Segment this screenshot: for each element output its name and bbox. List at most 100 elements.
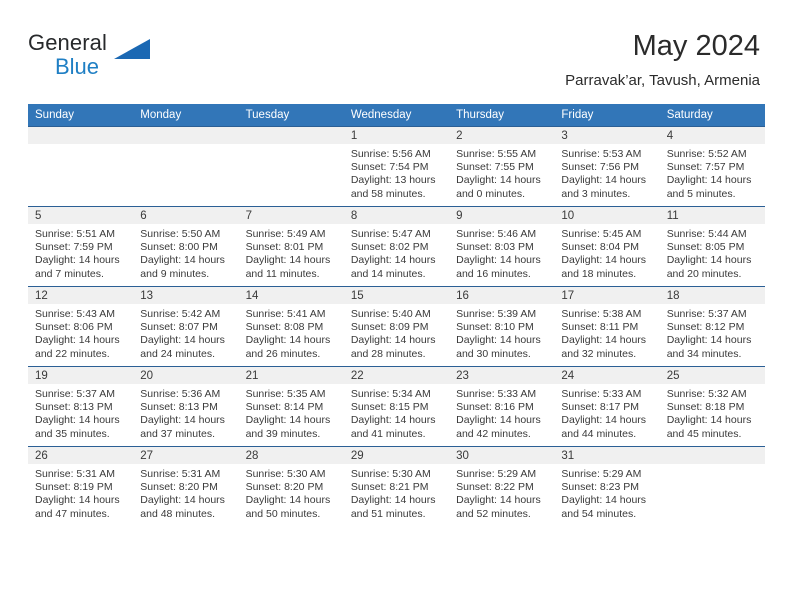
calendar-day-cell[interactable]: 2 Sunrise: 5:55 AM Sunset: 7:55 PM Daylight… [449,126,555,207]
sunset-time: Sunset: 7:57 PM [666,161,745,174]
calendar-day-cell[interactable]: 9 Sunrise: 5:46 AM Sunset: 8:03 PM Daylight… [449,206,555,287]
daylight-duration-line1: Daylight: 14 hours [666,414,752,427]
sunrise-time: Sunrise: 5:52 AM [666,148,747,160]
sunset-time: Sunset: 8:10 PM [456,321,534,334]
daylight-duration-line1: Daylight: 14 hours [140,334,225,347]
calendar-day-cell[interactable]: 31 Sunrise: 5:29 AM Sunset: 8:23 PM Dayligh… [554,446,660,526]
sunrise-time: Sunrise: 5:41 AM [245,308,326,320]
calendar-day-cell[interactable]: 27 Sunrise: 5:31 AM Sunset: 8:20 PM Dayligh… [133,446,239,526]
calendar-day-cell[interactable]: 30 Sunrise: 5:29 AM Sunset: 8:22 PM Dayligh… [449,446,555,526]
daylight-duration-line2: and 22 minutes. [35,347,110,360]
calendar-day-cell[interactable]: 28 Sunrise: 5:30 AM Sunset: 8:20 PM Dayligh… [238,446,344,526]
daylight-duration-line1: Daylight: 14 hours [245,334,331,347]
day-number: 25 [659,367,765,384]
sunrise-time: Sunrise: 5:42 AM [140,308,221,320]
calendar-day-cell[interactable]: 15 Sunrise: 5:40 AM Sunset: 8:09 PM Dayligh… [343,286,450,367]
calendar-day-cell[interactable]: 14 Sunrise: 5:41 AM Sunset: 8:08 PM Dayligh… [238,286,344,367]
calendar-day-cell[interactable]: 10 Sunrise: 5:45 AM Sunset: 8:04 PM Dayligh… [554,206,660,287]
day-details: Sunrise: 5:52 AM Sunset: 7:57 PM Daylight:… [660,144,765,201]
day-number: 31 [554,447,660,464]
calendar-day-cell[interactable]: 16 Sunrise: 5:39 AM Sunset: 8:10 PM Dayligh… [449,286,555,367]
sunrise-time: Sunrise: 5:30 AM [350,468,431,480]
calendar-day-cell[interactable]: 20 Sunrise: 5:36 AM Sunset: 8:13 PM Dayligh… [133,366,239,447]
day-number: 24 [554,367,660,384]
daylight-duration-line2: and 41 minutes. [350,427,426,440]
calendar-day-cell[interactable]: 21 Sunrise: 5:35 AM Sunset: 8:14 PM Dayligh… [238,366,344,447]
daylight-duration-line1: Daylight: 14 hours [456,254,541,267]
day-number: 28 [238,447,344,464]
sunset-time: Sunset: 8:18 PM [666,401,745,414]
day-number: 4 [659,127,765,144]
daylight-duration-line2: and 24 minutes. [140,347,215,360]
calendar-day-cell[interactable]: 17 Sunrise: 5:38 AM Sunset: 8:11 PM Dayligh… [554,286,660,367]
daylight-duration-line2: and 5 minutes. [666,187,736,200]
calendar-day-cell[interactable]: 24 Sunrise: 5:33 AM Sunset: 8:17 PM Dayligh… [554,366,660,447]
day-details: Sunrise: 5:29 AM Sunset: 8:23 PM Daylight:… [554,464,659,521]
sunset-time: Sunset: 8:22 PM [456,481,534,494]
calendar-day-cell[interactable]: 8 Sunrise: 5:47 AM Sunset: 8:02 PM Daylight… [343,206,450,287]
daylight-duration-line1: Daylight: 14 hours [456,494,541,507]
day-number: 27 [133,447,239,464]
daylight-duration-line1: Daylight: 14 hours [561,414,647,427]
sunset-time: Sunset: 7:54 PM [350,161,429,174]
sunrise-time: Sunrise: 5:35 AM [245,388,326,400]
day-number: 13 [133,287,239,304]
sunrise-time: Sunrise: 5:33 AM [561,388,642,400]
brand-logo[interactable]: General Blue [28,30,158,88]
daylight-duration-line2: and 3 minutes. [561,187,631,200]
sunset-time: Sunset: 8:21 PM [350,481,429,494]
calendar-day-cell[interactable]: 29 Sunrise: 5:30 AM Sunset: 8:21 PM Dayligh… [343,446,450,526]
day-number [28,127,134,144]
day-number: 12 [28,287,134,304]
calendar-day-cell[interactable]: 3 Sunrise: 5:53 AM Sunset: 7:56 PM Daylight… [554,126,660,207]
sunset-time: Sunset: 8:01 PM [245,241,324,254]
calendar-head: Sunday Monday Tuesday Wednesday Thursday… [28,104,765,127]
calendar-day-cell[interactable]: 26 Sunrise: 5:31 AM Sunset: 8:19 PM Dayligh… [28,446,134,526]
sunrise-time: Sunrise: 5:31 AM [140,468,221,480]
calendar-day-cell[interactable]: 22 Sunrise: 5:34 AM Sunset: 8:15 PM Dayligh… [343,366,450,447]
calendar-day-cell[interactable]: 12 Sunrise: 5:43 AM Sunset: 8:06 PM Dayligh… [28,286,134,367]
calendar-day-cell[interactable]: 18 Sunrise: 5:37 AM Sunset: 8:12 PM Dayligh… [659,286,765,367]
day-details: Sunrise: 5:29 AM Sunset: 8:22 PM Daylight:… [449,464,554,521]
daylight-duration-line1: Daylight: 14 hours [350,254,436,267]
sunset-time: Sunset: 8:13 PM [140,401,218,414]
calendar-day-cell[interactable]: 11 Sunrise: 5:44 AM Sunset: 8:05 PM Dayligh… [659,206,765,287]
day-details: Sunrise: 5:35 AM Sunset: 8:14 PM Daylight:… [239,384,344,441]
day-number: 9 [449,207,555,224]
brand-name-general: General [28,30,107,55]
sunset-time: Sunset: 8:02 PM [350,241,429,254]
day-details: Sunrise: 5:31 AM Sunset: 8:20 PM Daylight:… [133,464,238,521]
daylight-duration-line2: and 28 minutes. [350,347,426,360]
calendar-day-cell[interactable]: 25 Sunrise: 5:32 AM Sunset: 8:18 PM Dayligh… [659,366,765,447]
daylight-duration-line1: Daylight: 14 hours [456,174,541,187]
daylight-duration-line1: Daylight: 14 hours [350,334,436,347]
calendar-day-cell[interactable]: 4 Sunrise: 5:52 AM Sunset: 7:57 PM Daylight… [659,126,765,207]
calendar-day-cell[interactable]: 19 Sunrise: 5:37 AM Sunset: 8:13 PM Dayligh… [28,366,134,447]
calendar-day-cell[interactable]: 1 Sunrise: 5:56 AM Sunset: 7:54 PM Daylight… [343,126,450,207]
calendar-day-cell[interactable]: 5 Sunrise: 5:51 AM Sunset: 7:59 PM Daylight… [28,206,134,287]
day-details: Sunrise: 5:45 AM Sunset: 8:04 PM Daylight:… [554,224,659,281]
weekday-header-row: Sunday Monday Tuesday Wednesday Thursday… [28,104,765,127]
calendar-day-cell[interactable]: 13 Sunrise: 5:42 AM Sunset: 8:07 PM Dayligh… [133,286,239,367]
calendar-day-cell[interactable]: 23 Sunrise: 5:33 AM Sunset: 8:16 PM Dayligh… [449,366,555,447]
weekday-header-sunday: Sunday [28,104,134,127]
daylight-duration-line2: and 9 minutes. [140,267,210,280]
sunrise-time: Sunrise: 5:49 AM [245,228,326,240]
calendar-grid: Sunday Monday Tuesday Wednesday Thursday… [28,104,765,526]
calendar-body: 1 Sunrise: 5:56 AM Sunset: 7:54 PM Daylight… [28,126,765,526]
sunrise-time: Sunrise: 5:33 AM [456,388,537,400]
calendar-day-cell[interactable]: 6 Sunrise: 5:50 AM Sunset: 8:00 PM Daylight… [133,206,239,287]
daylight-duration-line2: and 48 minutes. [140,507,215,520]
day-details: Sunrise: 5:37 AM Sunset: 8:13 PM Daylight:… [28,384,133,441]
weekday-header-wednesday: Wednesday [343,104,450,127]
sunrise-time: Sunrise: 5:29 AM [456,468,537,480]
calendar-day-cell[interactable]: 7 Sunrise: 5:49 AM Sunset: 8:01 PM Daylight… [238,206,344,287]
daylight-duration-line1: Daylight: 14 hours [561,334,647,347]
day-number: 11 [659,207,765,224]
daylight-duration-line2: and 11 minutes. [245,267,320,280]
sunset-time: Sunset: 8:16 PM [456,401,534,414]
day-number: 30 [449,447,555,464]
sunset-time: Sunset: 8:05 PM [666,241,745,254]
daylight-duration-line2: and 0 minutes. [456,187,526,200]
sunrise-time: Sunrise: 5:34 AM [350,388,431,400]
